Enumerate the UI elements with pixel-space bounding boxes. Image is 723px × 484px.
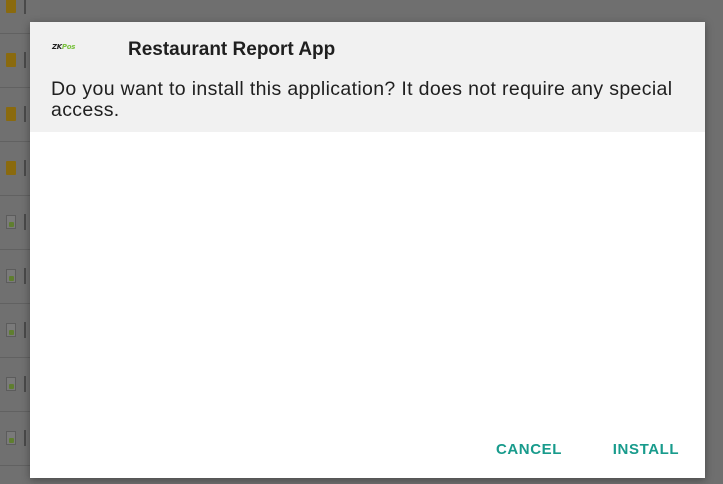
dialog-button-bar: CANCEL INSTALL [30,422,705,478]
apk-file-icon [6,215,16,229]
dialog-header: ZKPos Restaurant Report App Do you want … [30,22,705,132]
install-button[interactable]: INSTALL [596,432,696,468]
folder-icon [6,107,16,121]
app-icon-text-pos: Pos [61,43,76,51]
apk-file-icon [6,431,16,445]
app-icon-text-zk: ZK [52,43,62,51]
folder-icon [6,53,16,67]
zkpos-app-icon: ZKPos [52,41,80,53]
install-message: Do you want to install this application?… [51,78,673,121]
apk-file-icon [6,323,16,337]
folder-icon [6,0,16,13]
folder-icon [6,161,16,175]
install-dialog: ZKPos Restaurant Report App Do you want … [30,22,705,478]
cancel-button[interactable]: CANCEL [482,432,576,468]
apk-file-icon [6,269,16,283]
list-item-text [24,0,30,14]
apk-file-icon [6,377,16,391]
dialog-title: Restaurant Report App [128,39,336,60]
